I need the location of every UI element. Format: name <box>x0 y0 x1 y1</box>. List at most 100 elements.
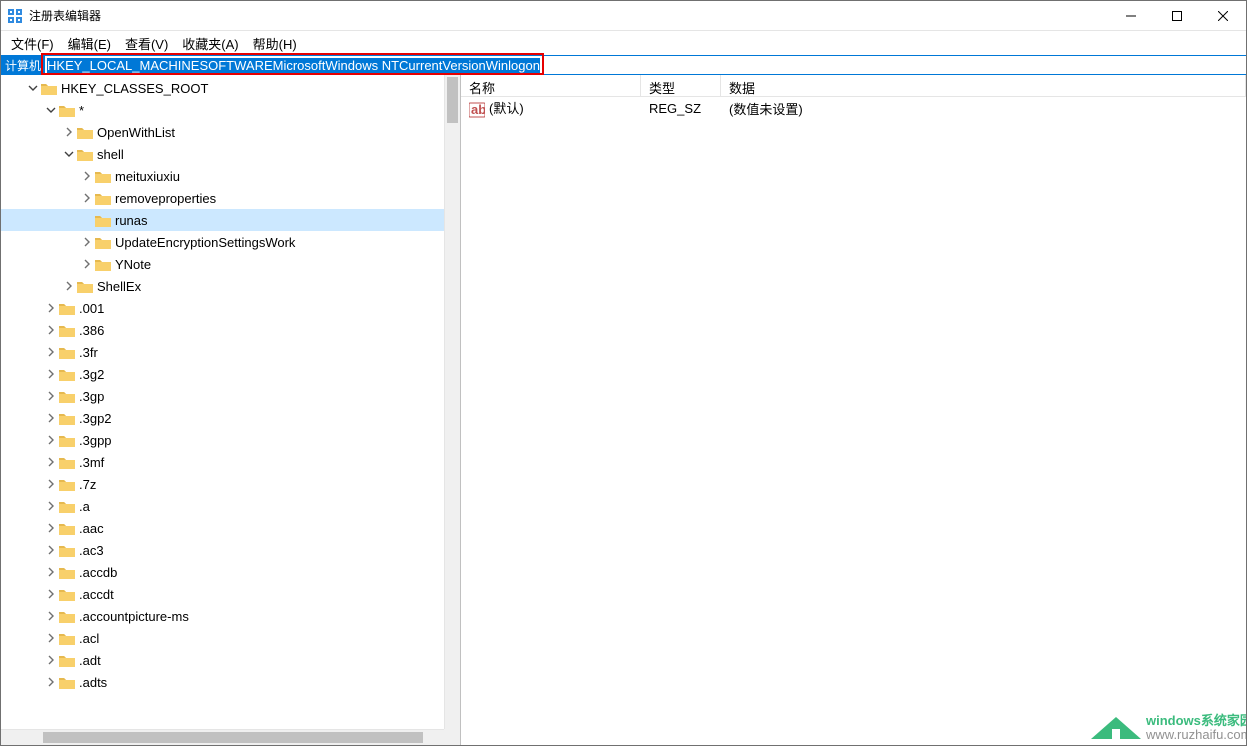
tree-item[interactable]: .386 <box>1 319 444 341</box>
tree-item[interactable]: shell <box>1 143 444 165</box>
tree-item-label: .3fr <box>79 345 98 360</box>
chevron-right-icon[interactable] <box>79 190 95 206</box>
tree-item[interactable]: meituxiuxiu <box>1 165 444 187</box>
chevron-right-icon[interactable] <box>43 432 59 448</box>
tree-horizontal-thumb[interactable] <box>43 732 423 743</box>
tree-item-label: .accdt <box>79 587 114 602</box>
address-input[interactable] <box>45 56 1246 74</box>
tree-item-label: .386 <box>79 323 104 338</box>
tree-item[interactable]: .3mf <box>1 451 444 473</box>
address-bar: 计算机 HKEY_LOCAL_MACHINESOFTWAREMicrosoftW… <box>1 55 1246 75</box>
chevron-right-icon[interactable] <box>79 234 95 250</box>
folder-icon <box>77 125 93 139</box>
chevron-right-icon[interactable] <box>43 498 59 514</box>
menu-favorites[interactable]: 收藏夹(A) <box>182 34 238 53</box>
chevron-right-icon[interactable] <box>43 542 59 558</box>
folder-icon <box>59 631 75 645</box>
chevron-right-icon[interactable] <box>43 608 59 624</box>
tree-item[interactable]: HKEY_CLASSES_ROOT <box>1 77 444 99</box>
close-button[interactable] <box>1200 1 1246 30</box>
tree-item[interactable]: .accdb <box>1 561 444 583</box>
tree-item-label: .3gpp <box>79 433 112 448</box>
tree-item[interactable]: .adt <box>1 649 444 671</box>
chevron-right-icon[interactable] <box>43 586 59 602</box>
menu-help[interactable]: 帮助(H) <box>253 34 297 53</box>
chevron-down-icon[interactable] <box>25 80 41 96</box>
chevron-right-icon[interactable] <box>61 278 77 294</box>
chevron-right-icon[interactable] <box>43 300 59 316</box>
folder-icon <box>95 191 111 205</box>
col-header-data[interactable]: 数据 <box>721 75 1246 96</box>
tree-item[interactable]: .acl <box>1 627 444 649</box>
tree-vertical-scrollbar[interactable] <box>444 75 460 729</box>
chevron-right-icon[interactable] <box>61 124 77 140</box>
value-type: REG_SZ <box>641 101 721 116</box>
folder-icon <box>95 169 111 183</box>
tree-item-label: HKEY_CLASSES_ROOT <box>61 81 208 96</box>
chevron-right-icon[interactable] <box>43 652 59 668</box>
chevron-right-icon[interactable] <box>43 366 59 382</box>
tree-item[interactable]: removeproperties <box>1 187 444 209</box>
maximize-button[interactable] <box>1154 1 1200 30</box>
tree-item[interactable]: runas <box>1 209 444 231</box>
folder-icon <box>59 433 75 447</box>
chevron-right-icon[interactable] <box>43 674 59 690</box>
folder-icon <box>59 389 75 403</box>
chevron-right-icon[interactable] <box>79 168 95 184</box>
tree-item[interactable]: .3gpp <box>1 429 444 451</box>
chevron-right-icon[interactable] <box>43 344 59 360</box>
tree-item[interactable]: .3g2 <box>1 363 444 385</box>
tree-item[interactable]: .a <box>1 495 444 517</box>
chevron-right-icon[interactable] <box>43 388 59 404</box>
menu-view[interactable]: 查看(V) <box>125 34 168 53</box>
folder-icon <box>95 257 111 271</box>
tree-item-label: .adts <box>79 675 107 690</box>
tree-item[interactable]: ShellEx <box>1 275 444 297</box>
chevron-right-icon[interactable] <box>43 410 59 426</box>
chevron-right-icon[interactable] <box>43 630 59 646</box>
tree-vertical-thumb[interactable] <box>447 77 458 123</box>
tree-item-label: .3gp <box>79 389 104 404</box>
chevron-down-icon[interactable] <box>43 102 59 118</box>
menu-file[interactable]: 文件(F) <box>11 34 54 53</box>
chevron-right-icon[interactable] <box>43 322 59 338</box>
tree-item[interactable]: .accountpicture-ms <box>1 605 444 627</box>
tree-item-label: .a <box>79 499 90 514</box>
tree-item[interactable]: .aac <box>1 517 444 539</box>
titlebar: 注册表编辑器 <box>1 1 1246 31</box>
tree-item-label: OpenWithList <box>97 125 175 140</box>
tree-item[interactable]: .001 <box>1 297 444 319</box>
col-header-type[interactable]: 类型 <box>641 75 721 96</box>
folder-icon <box>41 81 57 95</box>
tree-item-label: .3gp2 <box>79 411 112 426</box>
value-row[interactable]: (默认)REG_SZ(数值未设置) <box>461 97 1246 119</box>
window-controls <box>1108 1 1246 30</box>
tree-item[interactable]: .3gp <box>1 385 444 407</box>
registry-tree[interactable]: HKEY_CLASSES_ROOT * OpenWithList shellmeitu… <box>1 75 444 695</box>
tree-item[interactable]: .7z <box>1 473 444 495</box>
chevron-right-icon[interactable] <box>43 476 59 492</box>
tree-item[interactable]: * <box>1 99 444 121</box>
tree-item[interactable]: OpenWithList <box>1 121 444 143</box>
chevron-right-icon[interactable] <box>43 520 59 536</box>
folder-icon <box>59 653 75 667</box>
tree-item[interactable]: .accdt <box>1 583 444 605</box>
tree-item[interactable]: YNote <box>1 253 444 275</box>
chevron-right-icon[interactable] <box>43 454 59 470</box>
tree-item[interactable]: .3gp2 <box>1 407 444 429</box>
tree-horizontal-scrollbar[interactable] <box>1 729 444 745</box>
chevron-right-icon[interactable] <box>79 256 95 272</box>
chevron-down-icon[interactable] <box>61 146 77 162</box>
window-title: 注册表编辑器 <box>29 7 1108 24</box>
tree-item-label: ShellEx <box>97 279 141 294</box>
tree-item[interactable]: .3fr <box>1 341 444 363</box>
values-list[interactable]: (默认)REG_SZ(数值未设置) <box>461 97 1246 745</box>
tree-item[interactable]: UpdateEncryptionSettingsWork <box>1 231 444 253</box>
chevron-right-icon[interactable] <box>43 564 59 580</box>
tree-item[interactable]: .ac3 <box>1 539 444 561</box>
values-header: 名称 类型 数据 <box>461 75 1246 97</box>
menu-edit[interactable]: 编辑(E) <box>68 34 111 53</box>
minimize-button[interactable] <box>1108 1 1154 30</box>
tree-item[interactable]: .adts <box>1 671 444 693</box>
col-header-name[interactable]: 名称 <box>461 75 641 96</box>
